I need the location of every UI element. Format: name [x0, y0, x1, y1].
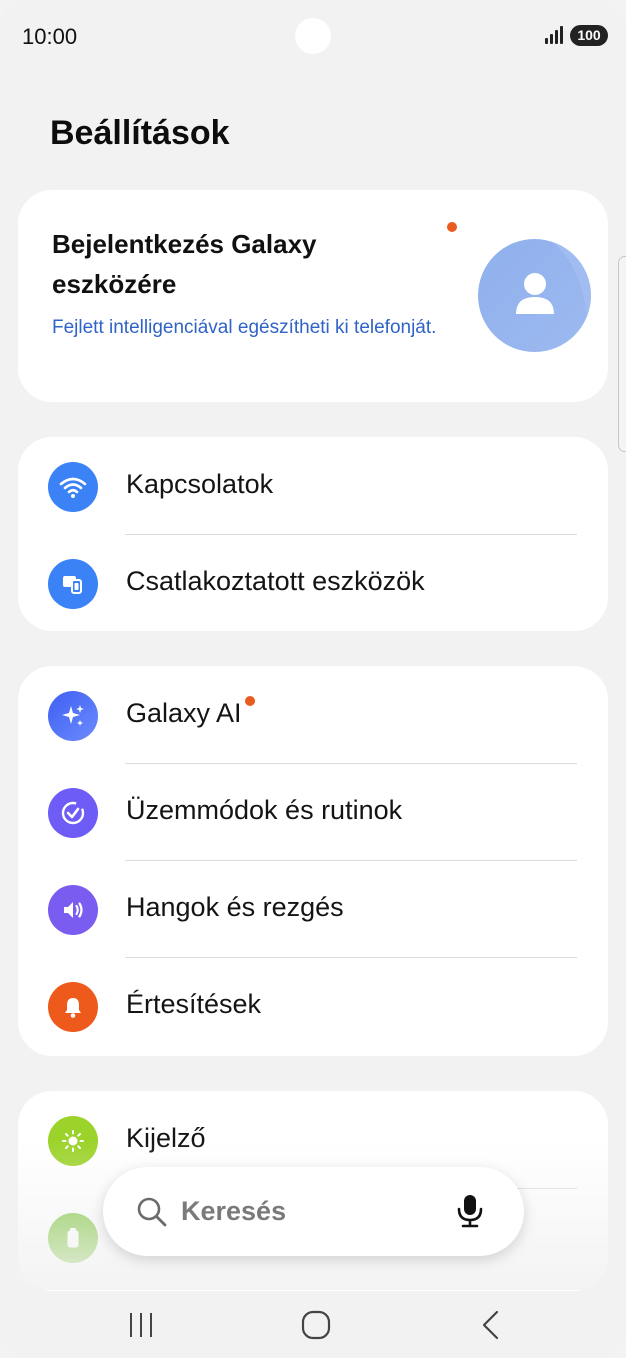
settings-item-label: Üzemmódok és rutinok: [126, 795, 403, 825]
modes-check-icon: [48, 788, 98, 838]
person-icon: [516, 239, 591, 352]
home-icon: [301, 1310, 331, 1340]
status-time: 10:00: [22, 24, 78, 49]
page-title: Beállítások: [50, 114, 230, 152]
navigation-bar: [0, 1290, 626, 1358]
sparkle-icon: [48, 691, 98, 741]
settings-item-label: Értesítések: [126, 989, 262, 1019]
settings-item-label: Csatlakoztatott eszközök: [126, 566, 425, 596]
settings-item-label: Galaxy AI: [126, 696, 255, 729]
search-input[interactable]: [181, 1191, 441, 1231]
bell-icon: [48, 982, 98, 1032]
settings-item-label: Kapcsolatok: [126, 469, 274, 499]
signal-icon: [545, 26, 563, 44]
account-title: Bejelentkezés Galaxy eszközére: [52, 229, 317, 299]
connections-group: Kapcsolatok Csatlakoztatott eszközök: [18, 437, 608, 631]
avatar: [478, 239, 591, 352]
back-chevron-icon: [482, 1310, 499, 1340]
battery-icon: 100: [570, 25, 608, 46]
settings-item-label: Hangok és rezgés: [126, 892, 344, 922]
status-bar: 10:00 100: [0, 0, 626, 72]
settings-item-sounds-vibration[interactable]: Hangok és rezgés: [18, 860, 608, 957]
recent-apps-icon: [130, 1313, 152, 1337]
search-icon: [137, 1197, 167, 1227]
new-badge-dot: [447, 222, 457, 232]
settings-item-modes-routines[interactable]: Üzemmódok és rutinok: [18, 763, 608, 860]
new-badge-dot: [244, 696, 255, 706]
connected-devices-icon: [48, 559, 98, 609]
speaker-icon: [48, 885, 98, 935]
front-camera: [295, 18, 331, 54]
settings-item-galaxy-ai[interactable]: Galaxy AI: [18, 666, 608, 763]
samsung-account-card[interactable]: Bejelentkezés Galaxy eszközére Fejlett i…: [18, 190, 608, 402]
home-button[interactable]: [286, 1300, 346, 1350]
galaxy-ai-label: Galaxy AI: [126, 698, 242, 728]
settings-item-connections[interactable]: Kapcsolatok: [18, 437, 608, 534]
settings-item-label: Kijelző: [126, 1123, 206, 1153]
recent-apps-button[interactable]: [111, 1300, 171, 1350]
edge-panel-handle[interactable]: [618, 256, 626, 452]
sun-icon: [48, 1116, 98, 1166]
search-bar[interactable]: [103, 1167, 524, 1256]
battery-icon: [48, 1213, 98, 1263]
microphone-icon[interactable]: [455, 1193, 485, 1229]
features-group: Galaxy AI Üzemmódok és rutinok Hangok és…: [18, 666, 608, 1056]
settings-item-notifications[interactable]: Értesítések: [18, 957, 608, 1054]
wifi-icon: [48, 462, 98, 512]
account-subtitle: Fejlett intelligenciával egészítheti ki …: [52, 317, 437, 338]
settings-screen: 10:00 100 Beállítások Bejelentkezés Gala…: [0, 0, 626, 1358]
settings-item-connected-devices[interactable]: Csatlakoztatott eszközök: [18, 534, 608, 631]
back-button[interactable]: [461, 1300, 521, 1350]
